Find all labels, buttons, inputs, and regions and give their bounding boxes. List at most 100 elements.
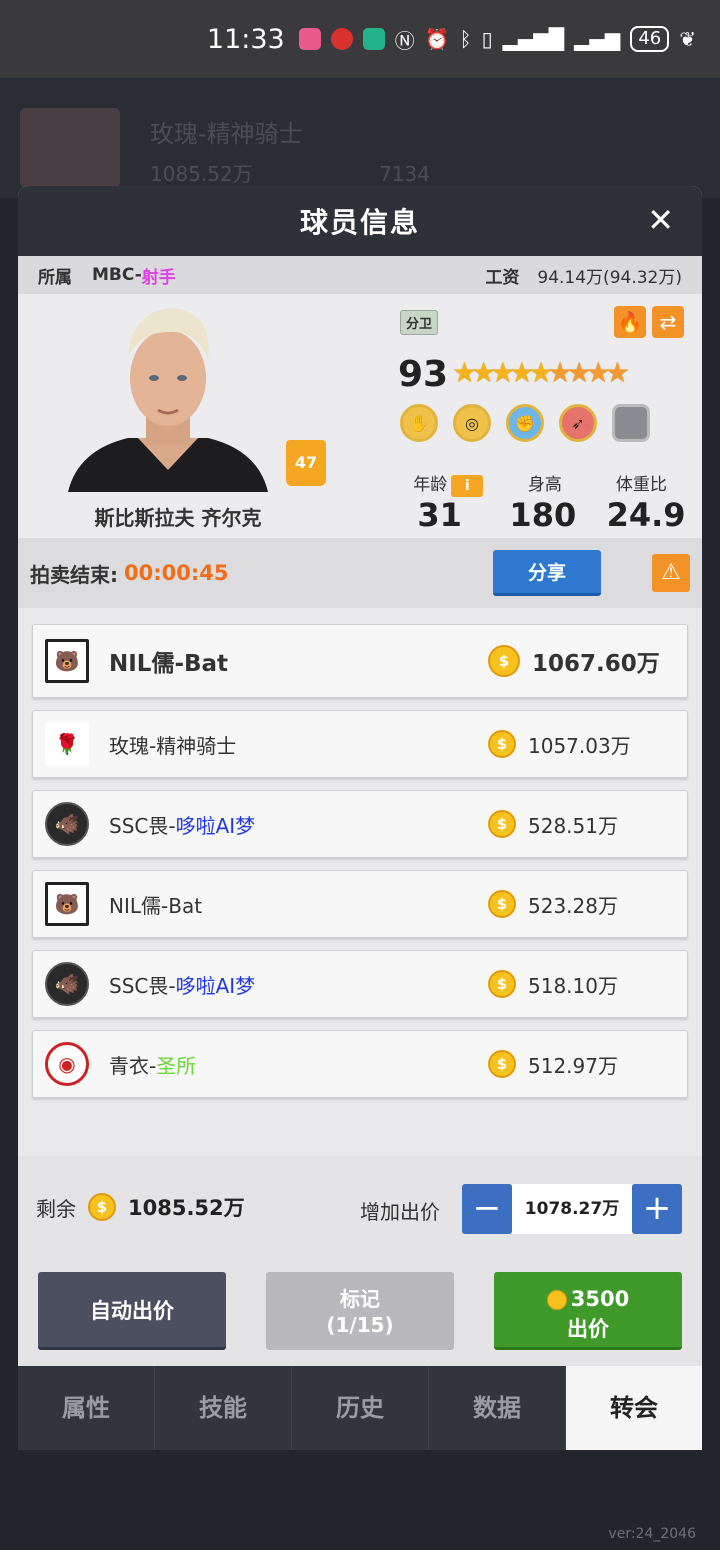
salary-value: 94.14万(94.32万) xyxy=(537,267,682,288)
share-button[interactable]: 分享 xyxy=(493,550,601,596)
background-team-logo xyxy=(20,108,120,188)
salary-label: 工资 xyxy=(485,267,520,288)
player-card: 47 斯比斯拉夫 齐尔克 分卫 🔥 ⇄ 93 ★★★★★★★★★ ✋ ◎ ✊ ➶… xyxy=(18,294,702,538)
team-logo-icon: 🐗 xyxy=(45,962,89,1006)
background-header: 玫瑰-精神骑士 1085.52万 7134 xyxy=(0,78,720,198)
team-logo-icon: 🐗 xyxy=(45,802,89,846)
add-bid-label: 增加出价 xyxy=(360,1200,440,1224)
modal-header: 球员信息 ✕ xyxy=(18,186,702,256)
bid-list[interactable]: 🐻 NIL儒-Bat $1067.60万 🌹 玫瑰-精神骑士 $1057.03万 🐗 SSC畏… xyxy=(18,608,702,1138)
bid-cost: 3500 xyxy=(570,1287,630,1311)
remaining-label: 剩余 xyxy=(36,1196,76,1221)
bid-team-name: SSC畏-哆啦AI梦 xyxy=(109,973,256,998)
team-logo-icon: 🌹 xyxy=(45,722,89,766)
auction-row: 拍卖结束: 00:00:45 分享 ⚠ xyxy=(18,538,702,608)
coin-icon: $ xyxy=(488,645,520,677)
team-logo-icon: ◉ xyxy=(45,1042,89,1086)
leaf-icon: ❦ xyxy=(679,27,696,51)
coin-icon: $ xyxy=(488,810,516,838)
skill-badges: ✋ ◎ ✊ ➶ xyxy=(400,404,650,442)
locked-badge-icon[interactable] xyxy=(612,404,650,442)
star-rating: ★★★★★★★★★ xyxy=(452,356,630,389)
mark-button[interactable]: 标记 (1/15) xyxy=(266,1272,454,1350)
skill-badge-icon[interactable]: ✋ xyxy=(400,404,438,442)
coin-icon: $ xyxy=(488,730,516,758)
auto-bid-button[interactable]: 自动出价 xyxy=(38,1272,226,1350)
star-icon: ★ xyxy=(452,356,477,389)
tab-3[interactable]: 数据 xyxy=(429,1366,566,1450)
bid-team-name: SSC畏-哆啦AI梦 xyxy=(109,813,256,838)
increase-bid-button[interactable]: + xyxy=(632,1184,682,1234)
background-coins: 1085.52万 7134 xyxy=(150,162,430,186)
remaining-balance: 剩余 $ 1085.52万 xyxy=(36,1192,245,1222)
bid-row[interactable]: ◉ 青衣-圣所 $512.97万 xyxy=(32,1030,688,1098)
bid-row[interactable]: 🐻 NIL儒-Bat $1067.60万 xyxy=(32,624,688,698)
height-value: 180 xyxy=(509,496,577,534)
tab-0[interactable]: 属性 xyxy=(18,1366,155,1450)
bid-value-field[interactable]: 1078.27万 xyxy=(512,1184,632,1234)
bid-row[interactable]: 🐻 NIL儒-Bat $523.28万 xyxy=(32,870,688,938)
bid-amount: $1067.60万 xyxy=(488,625,660,697)
app-notification-icon xyxy=(330,28,353,50)
bid-team-name: NIL儒-Bat xyxy=(109,651,229,677)
alarm-icon: ⏰ xyxy=(424,27,450,51)
coin-icon: $ xyxy=(488,970,516,998)
status-bar: 11:33 Ⓝ ⏰ ᛒ ▯ ▂▄▆█ ▂▄▆ 46 ❦ xyxy=(0,0,720,78)
bid-amount: $512.97万 xyxy=(488,1031,618,1097)
age-value: 31 xyxy=(417,496,462,534)
version-label: ver:24_2046 xyxy=(608,1526,696,1542)
weight-ratio-label: 体重比 xyxy=(615,475,667,495)
app-notification-icon xyxy=(298,28,321,50)
app-notification-icon xyxy=(362,28,385,50)
swap-icon[interactable]: ⇄ xyxy=(652,306,684,338)
mark-label: 标记 xyxy=(340,1287,380,1311)
team-role: 射手 xyxy=(141,267,176,288)
fire-icon[interactable]: 🔥 xyxy=(614,306,646,338)
modal-title: 球员信息 xyxy=(299,206,420,239)
mark-count: (1/15) xyxy=(326,1313,394,1337)
warning-icon[interactable]: ⚠ xyxy=(652,554,690,592)
battery-indicator: 46 xyxy=(630,26,670,52)
star-icon: ★ xyxy=(471,356,496,389)
bid-amount: $523.28万 xyxy=(488,871,618,937)
team-logo-icon: 🐻 xyxy=(45,639,89,683)
auction-end-label: 拍卖结束: xyxy=(30,562,118,587)
stat-labels: 年龄 i 身高 体重比 xyxy=(400,470,690,497)
tab-2[interactable]: 历史 xyxy=(292,1366,429,1450)
team-info-row: 所属 MBC- 射手 工资 94.14万(94.32万) xyxy=(18,256,702,294)
star-icon: ★ xyxy=(509,356,534,389)
auction-timer: 00:00:45 xyxy=(124,561,229,585)
bid-amount: $528.51万 xyxy=(488,791,618,857)
coin-icon: $ xyxy=(88,1193,116,1221)
star-icon: ★ xyxy=(566,356,592,389)
tab-bar: 属性 技能 历史 数据 转会 xyxy=(18,1366,702,1450)
team-logo-icon: 🐻 xyxy=(45,882,89,926)
bid-row[interactable]: 🌹 玫瑰-精神骑士 $1057.03万 xyxy=(32,710,688,778)
player-portrait xyxy=(68,308,268,492)
remaining-value: 1085.52万 xyxy=(128,1196,245,1220)
decrease-bid-button[interactable]: − xyxy=(462,1184,512,1234)
vibrate-icon: ▯ xyxy=(481,27,493,51)
skill-badge-icon[interactable]: ➶ xyxy=(559,404,597,442)
skill-badge-icon[interactable]: ✊ xyxy=(506,404,544,442)
jersey-number: 47 xyxy=(286,440,326,486)
bid-label: 出价 xyxy=(567,1317,609,1341)
player-rating: 93 xyxy=(398,354,449,395)
height-label: 身高 xyxy=(527,475,562,495)
bid-row[interactable]: 🐗 SSC畏-哆啦AI梦 $518.10万 xyxy=(32,950,688,1018)
skill-badge-icon[interactable]: ◎ xyxy=(453,404,491,442)
signal-5g-icon: ▂▄▆█ xyxy=(502,27,565,51)
star-icon: ★ xyxy=(490,356,515,389)
place-bid-button[interactable]: 3500 出价 xyxy=(494,1272,682,1350)
bid-team-name: 玫瑰-精神骑士 xyxy=(109,733,237,758)
coin-icon: $ xyxy=(488,1050,516,1078)
team-label: 所属 xyxy=(38,267,72,288)
coin-icon xyxy=(546,1290,567,1310)
close-icon[interactable]: ✕ xyxy=(647,204,674,236)
bid-amount: $1057.03万 xyxy=(488,711,631,777)
tab-4[interactable]: 转会 xyxy=(566,1366,702,1450)
info-icon[interactable]: i xyxy=(451,475,484,497)
tab-1[interactable]: 技能 xyxy=(155,1366,292,1450)
star-icon: ★ xyxy=(528,356,553,389)
bid-row[interactable]: 🐗 SSC畏-哆啦AI梦 $528.51万 xyxy=(32,790,688,858)
